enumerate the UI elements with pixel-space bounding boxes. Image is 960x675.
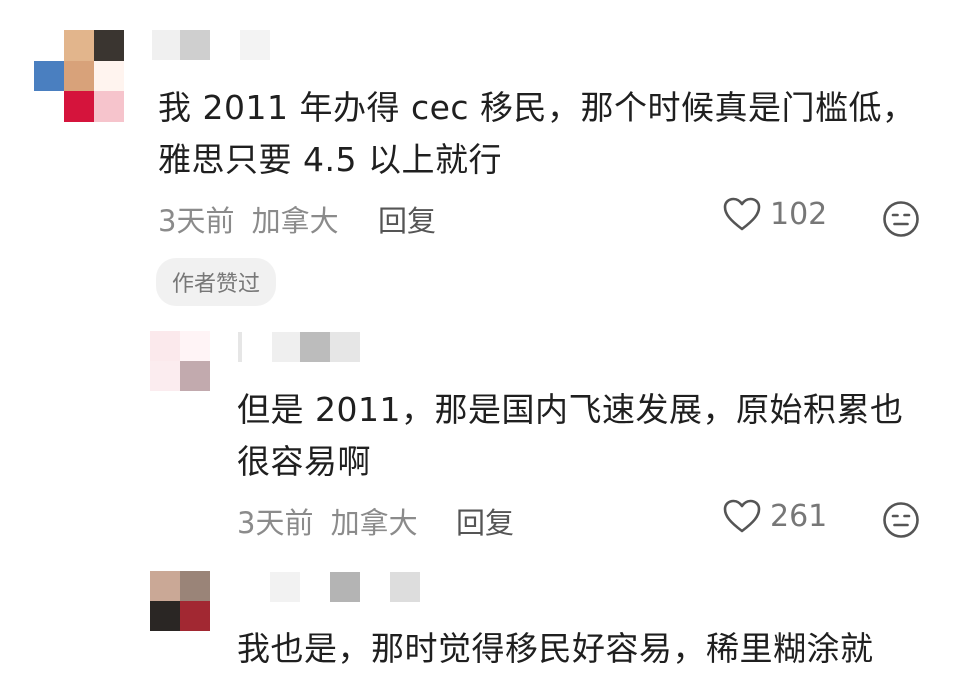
dislike-button[interactable] bbox=[882, 200, 920, 238]
heart-outline-icon bbox=[723, 197, 761, 231]
comment-text: 我也是，那时觉得移民好容易，稀里糊涂就 bbox=[237, 629, 874, 668]
comment-time: 3天前 bbox=[237, 506, 314, 540]
reply-button[interactable]: 回复 bbox=[378, 198, 436, 240]
username-blurred[interactable] bbox=[152, 30, 270, 64]
like-count: 261 bbox=[770, 498, 828, 534]
comment-location: 加拿大 bbox=[251, 204, 339, 238]
like-count: 102 bbox=[770, 196, 828, 232]
author-liked-badge: 作者赞过 bbox=[156, 258, 277, 306]
avatar[interactable] bbox=[34, 30, 124, 122]
dislike-button[interactable] bbox=[882, 501, 920, 539]
comment-meta: 3天前 加拿大 bbox=[237, 500, 418, 542]
heart-outline-icon bbox=[723, 499, 761, 533]
comment-meta: 3天前 加拿大 bbox=[158, 198, 339, 240]
comment-location: 加拿大 bbox=[330, 506, 418, 540]
username-blurred[interactable] bbox=[238, 332, 360, 362]
username-blurred[interactable] bbox=[270, 572, 420, 602]
like-button[interactable]: 261 bbox=[722, 498, 827, 534]
comment-text: 我 2011 年办得 cec 移民，那个时候真是门槛低， 雅思只要 4.5 以上… bbox=[158, 88, 916, 179]
comment-time: 3天前 bbox=[158, 204, 235, 238]
neutral-face-icon bbox=[883, 201, 919, 237]
avatar[interactable] bbox=[150, 571, 210, 631]
reply-button[interactable]: 回复 bbox=[456, 500, 514, 542]
like-button[interactable]: 102 bbox=[722, 196, 827, 232]
neutral-face-icon bbox=[883, 502, 919, 538]
comment-text: 但是 2011，那是国内飞速发展，原始积累也 很容易啊 bbox=[237, 390, 904, 481]
avatar[interactable] bbox=[150, 331, 210, 391]
